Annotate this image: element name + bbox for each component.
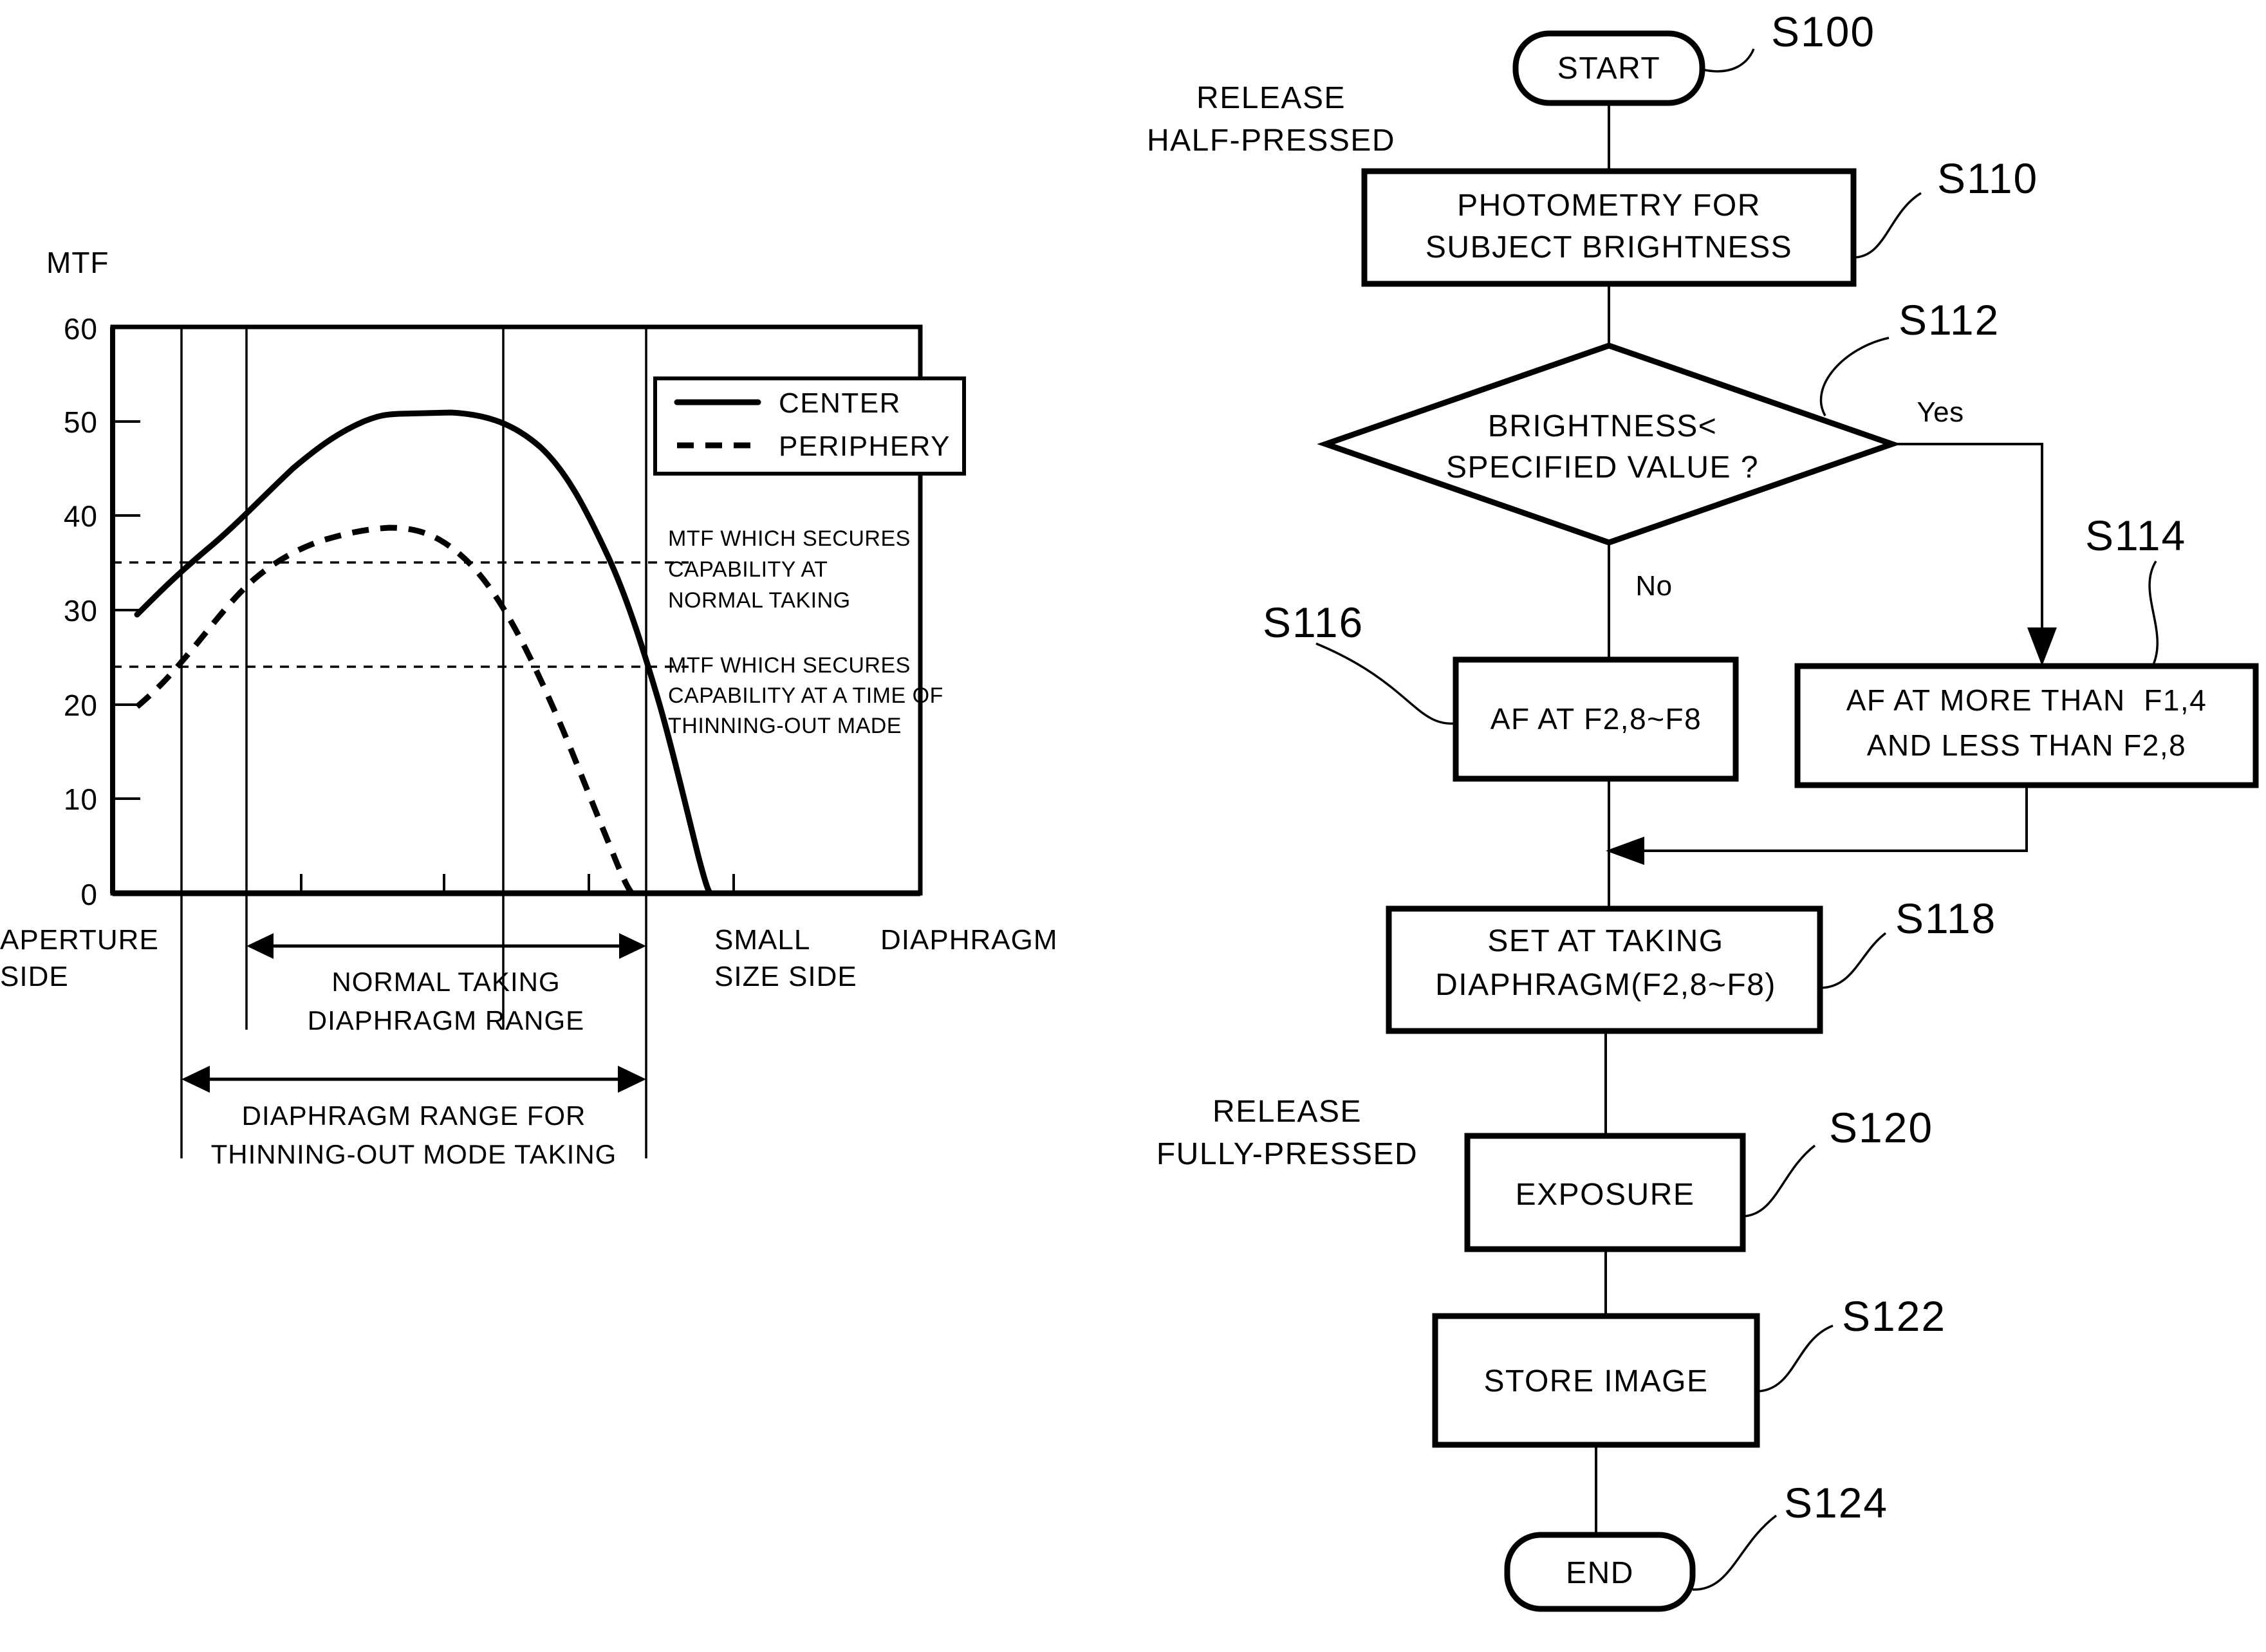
node-set-taking-line1: SET AT TAKING: [1487, 924, 1723, 958]
release-fully-pressed-line1: RELEASE: [1212, 1095, 1362, 1129]
step-label-s116: S116: [1263, 599, 1364, 646]
range-thinning-line1: DIAPHRAGM RANGE FOR: [242, 1100, 586, 1131]
step-label-s100: S100: [1771, 8, 1875, 55]
node-photometry-line2: SUBJECT BRIGHTNESS: [1426, 230, 1792, 265]
annotation-thinning-line3: THINNING-OUT MADE: [668, 714, 902, 738]
step-label-s118: S118: [1895, 895, 1996, 942]
leader-s114: [2148, 561, 2159, 667]
leader-s118: [1819, 932, 1887, 989]
y-tick-label-50: 50: [64, 405, 98, 439]
x-axis-title: DIAPHRAGM: [880, 924, 1057, 956]
annotation-thinning-line2: CAPABILITY AT A TIME OF: [668, 683, 943, 708]
branch-label-no: No: [1635, 570, 1672, 602]
edge-merge-af-dark: [1606, 785, 2028, 865]
range-thinning-line2: THINNING-OUT MODE TAKING: [211, 1139, 617, 1169]
node-set-taking-line2: DIAPHRAGM(F2,8~F8): [1435, 968, 1776, 1002]
step-label-s122: S122: [1842, 1292, 1946, 1340]
leader-s122: [1756, 1324, 1834, 1393]
flowchart: RELEASE HALF-PRESSED RELEASE FULLY-PRESS…: [1147, 8, 2259, 1612]
node-exposure-label: EXPOSURE: [1516, 1178, 1695, 1212]
mtf-graph: CENTER PERIPHERY MTF 60 50 40 30 20 10 0…: [0, 246, 1057, 1169]
x-right-label-line1: SMALL: [714, 924, 810, 956]
range-arrow-normal-taking: [246, 933, 646, 959]
leader-s100: [1702, 48, 1755, 73]
release-half-pressed-line1: RELEASE: [1196, 81, 1346, 115]
y-axis-title: MTF: [46, 246, 109, 279]
annotation-normal-line2: CAPABILITY AT: [668, 557, 828, 582]
node-start-label: START: [1557, 51, 1660, 86]
leader-s124: [1692, 1514, 1778, 1591]
legend-label-center: CENTER: [779, 387, 901, 419]
node-af-bright-label: AF AT F2,8~F8: [1491, 702, 1702, 736]
step-label-s114: S114: [2085, 512, 2186, 559]
leader-s110: [1853, 192, 1922, 259]
y-tick-label-20: 20: [64, 689, 98, 722]
patent-figure-page: CENTER PERIPHERY MTF 60 50 40 30 20 10 0…: [0, 0, 2266, 1652]
annotation-thinning-line1: MTF WHICH SECURES: [668, 653, 911, 678]
edge-decision-yes: [1892, 443, 2057, 666]
step-label-s120: S120: [1829, 1104, 1933, 1151]
node-decision-line1: BRIGHTNESS<: [1488, 409, 1718, 443]
legend-label-periphery: PERIPHERY: [779, 431, 951, 462]
range-normal-line1: NORMAL TAKING: [331, 967, 560, 997]
node-store-label: STORE IMAGE: [1483, 1364, 1708, 1398]
node-decision-line2: SPECIFIED VALUE ?: [1446, 450, 1759, 485]
x-right-label-line2: SIZE SIDE: [714, 961, 857, 992]
step-label-s124: S124: [1784, 1479, 1888, 1527]
node-af-dark-line1: AF AT MORE THAN F1,4: [1846, 683, 2207, 717]
figure-svg: CENTER PERIPHERY MTF 60 50 40 30 20 10 0…: [0, 8, 2259, 1612]
release-half-pressed-line2: HALF-PRESSED: [1147, 124, 1395, 158]
step-label-s112: S112: [1899, 296, 2000, 344]
range-arrow-thinning-out: [181, 1066, 646, 1093]
branch-label-yes: Yes: [1917, 396, 1964, 428]
leader-s112: [1819, 337, 1890, 416]
node-af-dark-line2: AND LESS THAN F2,8: [1867, 729, 2187, 762]
annotation-normal-line3: NORMAL TAKING: [668, 588, 851, 613]
range-normal-line2: DIAPHRAGM RANGE: [308, 1005, 584, 1035]
node-photometry-line1: PHOTOMETRY FOR: [1457, 189, 1761, 223]
annotation-normal-line1: MTF WHICH SECURES: [668, 526, 911, 551]
y-tick-label-40: 40: [64, 499, 98, 533]
x-left-label-line1: APERTURE: [0, 924, 159, 956]
release-fully-pressed-line2: FULLY-PRESSED: [1156, 1137, 1418, 1171]
y-tick-label-10: 10: [64, 783, 98, 816]
leader-s116: [1315, 642, 1456, 725]
leader-s120: [1742, 1144, 1816, 1218]
y-tick-label-60: 60: [64, 312, 98, 346]
node-decision: [1317, 342, 1901, 546]
step-label-s110: S110: [1937, 154, 2038, 202]
x-left-label-line2: SIDE: [0, 961, 69, 992]
y-tick-label-30: 30: [64, 594, 98, 627]
node-end-label: END: [1566, 1556, 1634, 1590]
y-tick-label-0: 0: [80, 878, 98, 911]
